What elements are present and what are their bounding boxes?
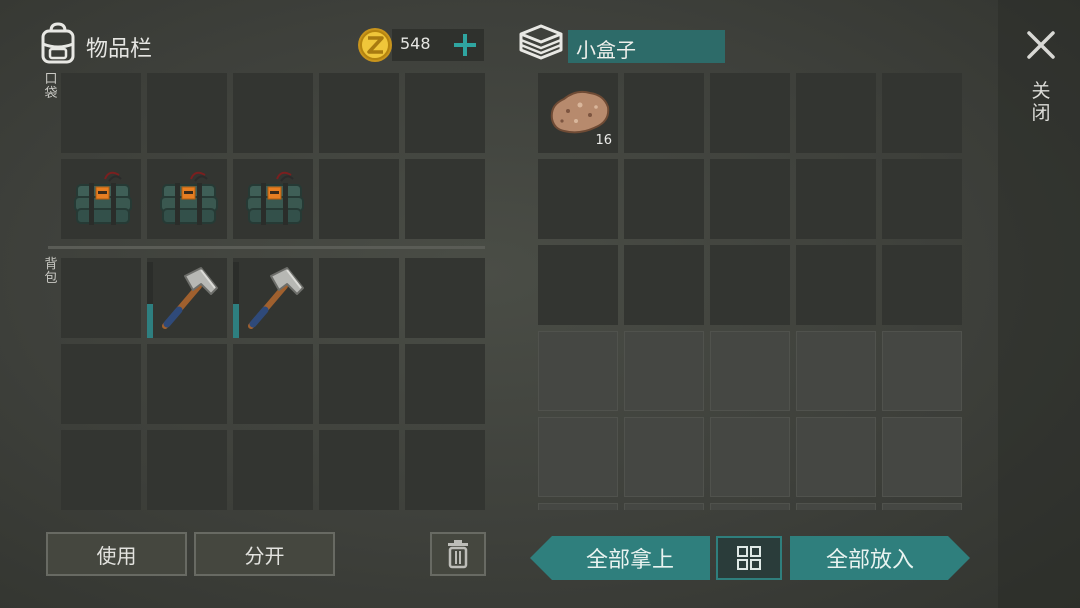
pocket-slot[interactable]: [233, 73, 313, 153]
sort-button[interactable]: [716, 536, 782, 580]
backpack-slot[interactable]: [319, 344, 399, 424]
backpack-slot[interactable]: [233, 258, 313, 338]
c4-explosive-icon: [74, 171, 132, 225]
backpack-slot[interactable]: [405, 344, 485, 424]
durability-fill: [233, 303, 239, 338]
container-slot: [882, 331, 962, 411]
pocket-label: 口袋: [44, 72, 58, 101]
container-slot[interactable]: [538, 245, 618, 325]
pocket-slot[interactable]: [405, 159, 485, 239]
close-icon[interactable]: [1024, 28, 1058, 62]
container-slot: [796, 417, 876, 497]
pocket-slot[interactable]: [319, 159, 399, 239]
container-slot: [796, 331, 876, 411]
container-slot[interactable]: [882, 159, 962, 239]
durability-fill: [147, 303, 153, 338]
container-title: 小盒子: [576, 38, 636, 62]
backpack-label: 背包: [44, 257, 58, 286]
container-slot: [882, 417, 962, 497]
container-slot: [710, 503, 790, 510]
container-slot[interactable]: [538, 159, 618, 239]
container-slot[interactable]: [624, 73, 704, 153]
pocket-slot[interactable]: [405, 73, 485, 153]
put-all-button[interactable]: 全部放入: [790, 536, 970, 580]
container-slot: [796, 503, 876, 510]
split-button[interactable]: 分开: [194, 532, 335, 576]
backpack-slot[interactable]: [61, 344, 141, 424]
box-icon: [519, 24, 563, 60]
money-amount: 548: [400, 34, 431, 53]
container-slot[interactable]: [710, 159, 790, 239]
pocket-slot[interactable]: [147, 73, 227, 153]
backpack-slot[interactable]: [233, 344, 313, 424]
pocket-slot[interactable]: [61, 159, 141, 239]
take-all-button[interactable]: 全部拿上: [530, 536, 710, 580]
pocket-slot[interactable]: [233, 159, 313, 239]
backpack-icon: [41, 22, 75, 64]
container-slot: [538, 503, 618, 510]
section-divider: [48, 246, 485, 249]
container-slot[interactable]: [796, 159, 876, 239]
container-slot: [882, 503, 962, 510]
inventory-title: 物品栏: [86, 37, 153, 62]
container-slot: [624, 417, 704, 497]
container-slot: [624, 331, 704, 411]
pocket-grid: [61, 73, 485, 239]
container-slot: [624, 503, 704, 510]
durability-bar: [233, 262, 239, 338]
c4-explosive-icon: [246, 171, 304, 225]
container-slot[interactable]: [882, 245, 962, 325]
backpack-slot[interactable]: [405, 430, 485, 510]
pocket-slot[interactable]: [147, 159, 227, 239]
container-slot[interactable]: 16: [538, 73, 618, 153]
container-slot: [710, 417, 790, 497]
use-button[interactable]: 使用: [46, 532, 187, 576]
pickaxe-icon: [162, 267, 218, 329]
container-slot: [538, 417, 618, 497]
backpack-slot[interactable]: [147, 344, 227, 424]
close-label[interactable]: 关闭: [1030, 80, 1052, 124]
backpack-slot[interactable]: [61, 258, 141, 338]
backpack-slot[interactable]: [319, 430, 399, 510]
trash-button[interactable]: [430, 532, 486, 576]
container-slot: [710, 331, 790, 411]
coin-icon: [358, 28, 392, 62]
container-grid: 16: [538, 73, 962, 510]
container-slot[interactable]: [624, 245, 704, 325]
backpack-slot[interactable]: [147, 258, 227, 338]
container-slot[interactable]: [796, 245, 876, 325]
container-slot[interactable]: [710, 245, 790, 325]
item-quantity: 16: [595, 133, 612, 148]
container-slot[interactable]: [882, 73, 962, 153]
container-slot[interactable]: [710, 73, 790, 153]
container-slot[interactable]: [796, 73, 876, 153]
container-slot[interactable]: [624, 159, 704, 239]
c4-explosive-icon: [160, 171, 218, 225]
trash-icon: [448, 540, 468, 569]
backpack-grid: [61, 258, 485, 510]
backpack-slot[interactable]: [319, 258, 399, 338]
pocket-slot[interactable]: [61, 73, 141, 153]
pocket-slot[interactable]: [319, 73, 399, 153]
container-slot: [538, 331, 618, 411]
durability-bar: [147, 262, 153, 338]
backpack-slot[interactable]: [233, 430, 313, 510]
backpack-slot[interactable]: [61, 430, 141, 510]
grid-sort-icon: [737, 546, 761, 570]
pickaxe-icon: [248, 267, 304, 329]
backpack-slot[interactable]: [147, 430, 227, 510]
backpack-slot[interactable]: [405, 258, 485, 338]
add-money-button[interactable]: [452, 31, 478, 59]
